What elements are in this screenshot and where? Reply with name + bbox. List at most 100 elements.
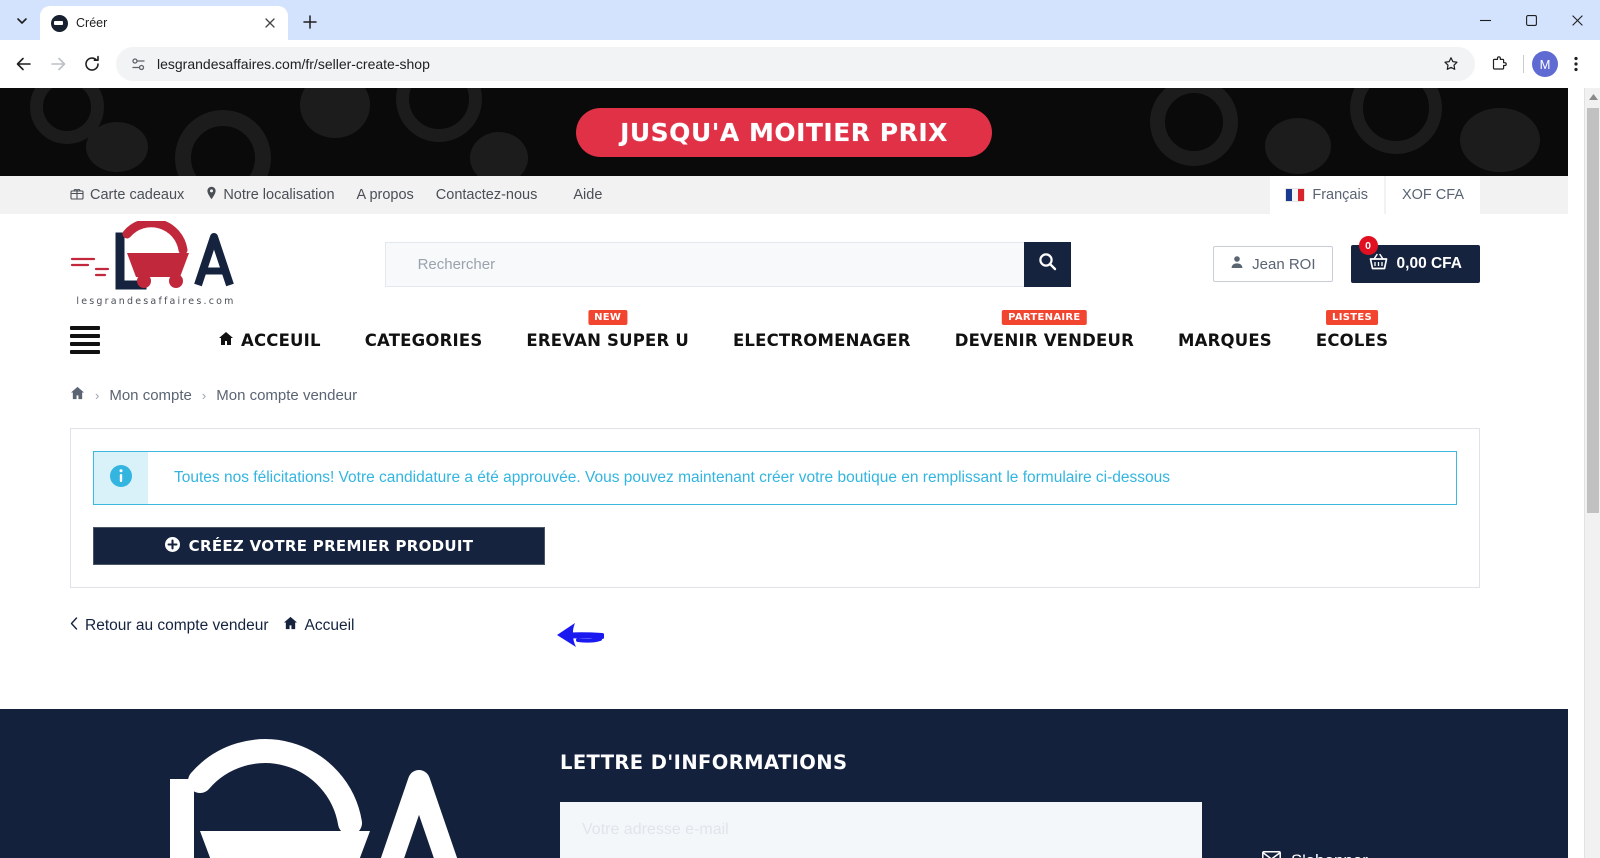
chevron-left-icon — [70, 616, 78, 635]
home-link[interactable]: Accueil — [283, 616, 355, 635]
decor-ring — [396, 88, 482, 142]
window-close-icon[interactable] — [1554, 0, 1600, 40]
forward-icon[interactable] — [42, 48, 74, 80]
breadcrumb-home[interactable] — [70, 386, 85, 404]
seller-create-shop-card: Toutes nos félicitations! Votre candidat… — [70, 428, 1480, 588]
utility-link-gift-card[interactable]: Carte cadeaux — [70, 186, 184, 204]
site-header: lesgrandesaffaires.com Rechercher Jean R… — [0, 214, 1568, 314]
language-label: Français — [1312, 187, 1368, 203]
nav-item-label: ACCEUIL — [241, 330, 321, 350]
subscribe-button[interactable]: S'abonner — [1262, 813, 1368, 858]
currency-switcher[interactable]: XOF CFA — [1385, 176, 1480, 214]
tune-icon[interactable] — [130, 56, 147, 73]
breadcrumb-item-mon-compte-vendeur[interactable]: Mon compte vendeur — [216, 387, 357, 404]
browser-tab[interactable]: Créer — [40, 6, 288, 40]
home-icon — [283, 616, 298, 635]
utility-link-label: Carte cadeaux — [90, 187, 185, 203]
page-scrollbar[interactable] — [1584, 88, 1600, 858]
site-logo[interactable]: lesgrandesaffaires.com — [70, 218, 242, 307]
home-link-label: Accueil — [304, 616, 355, 634]
tab-title: Créer — [76, 16, 108, 30]
newsletter-email-input[interactable]: Votre adresse e-mail — [560, 802, 1202, 858]
footer-logo — [170, 739, 458, 858]
decor-blob — [300, 88, 370, 138]
decor-ring — [1350, 88, 1442, 154]
utility-link-location[interactable]: Notre localisation — [206, 186, 335, 204]
address-bar[interactable]: lesgrandesaffaires.com/fr/seller-create-… — [116, 47, 1475, 81]
nav-item-acceuil[interactable]: ACCEUIL — [218, 331, 321, 350]
search-box[interactable]: Rechercher — [384, 241, 1071, 287]
gift-icon — [70, 186, 84, 204]
info-alert: Toutes nos félicitations! Votre candidat… — [93, 451, 1457, 505]
account-button[interactable]: Jean ROI — [1213, 246, 1333, 282]
puzzle-icon[interactable] — [1483, 48, 1515, 80]
cart-amount: 0,00 CFA — [1396, 255, 1462, 272]
hamburger-icon[interactable] — [70, 326, 100, 354]
breadcrumb-separator: › — [201, 387, 207, 403]
nav-item-marques[interactable]: MARQUES — [1178, 331, 1272, 350]
create-first-product-label: CRÉEZ VOTRE PREMIER PRODUIT — [188, 537, 474, 555]
search-area: Rechercher — [242, 241, 1213, 287]
alert-message: Toutes nos félicitations! Votre candidat… — [174, 469, 1171, 486]
decor-blob — [86, 122, 148, 172]
search-button[interactable] — [1023, 241, 1071, 287]
utility-bar: Carte cadeaux Notre localisation A propo… — [0, 176, 1568, 214]
cart-count-badge: 0 — [1358, 236, 1378, 255]
maximize-icon[interactable] — [1508, 0, 1554, 40]
create-first-product-button[interactable]: CRÉEZ VOTRE PREMIER PRODUIT — [93, 527, 545, 565]
tab-strip: Créer — [0, 0, 1600, 40]
cart-button[interactable]: 0 0,00 CFA — [1350, 236, 1480, 283]
newsletter-section: LETTRE D'INFORMATIONS Votre adresse e-ma… — [560, 751, 1202, 858]
currency-label: XOF CFA — [1401, 187, 1464, 203]
breadcrumb-separator: › — [95, 387, 100, 403]
toolbar-divider — [1523, 55, 1524, 73]
page-viewport: JUSQU'A MOITIER PRIX Carte cadeaux Notre… — [0, 88, 1600, 858]
nav-item-electromenager[interactable]: ELECTROMENAGER — [733, 331, 911, 350]
promo-banner[interactable]: JUSQU'A MOITIER PRIX — [0, 88, 1568, 176]
minimize-icon[interactable] — [1462, 0, 1508, 40]
window-controls — [1462, 0, 1600, 40]
site-footer: LETTRE D'INFORMATIONS Votre adresse e-ma… — [0, 709, 1568, 858]
basket-icon — [1369, 253, 1388, 276]
star-icon[interactable] — [1435, 48, 1467, 80]
language-switcher[interactable]: Français — [1270, 176, 1384, 214]
utility-link-help[interactable]: Aide — [573, 187, 602, 203]
user-icon — [1230, 255, 1244, 273]
decor-ring — [1150, 88, 1238, 166]
decor-blob — [1460, 108, 1540, 172]
nav-item-devenir-vendeur[interactable]: PARTENAIRE DEVENIR VENDEUR — [955, 309, 1134, 350]
new-tab-button[interactable] — [296, 8, 324, 36]
utility-link-label: Notre localisation — [223, 187, 335, 203]
nav-item-categories[interactable]: CATEGORIES — [365, 331, 483, 350]
reload-icon[interactable] — [76, 48, 108, 80]
utility-link-contact[interactable]: Contactez-nous — [436, 187, 538, 203]
url-text: lesgrandesaffaires.com/fr/seller-create-… — [157, 56, 430, 72]
nav-item-ecoles[interactable]: LISTES ECOLES — [1316, 309, 1388, 350]
utility-link-about[interactable]: A propos — [357, 187, 414, 203]
subscribe-label: S'abonner — [1291, 851, 1368, 858]
nav-item-label: EREVAN SUPER U — [526, 330, 689, 350]
browser-chrome: Créer lesgrandesaffaires.com/fr/seller-c… — [0, 0, 1600, 88]
scroll-up-icon[interactable] — [1585, 88, 1600, 106]
browser-toolbar: lesgrandesaffaires.com/fr/seller-create-… — [0, 40, 1600, 88]
avatar[interactable]: M — [1532, 51, 1558, 77]
breadcrumb-item-mon-compte[interactable]: Mon compte — [109, 387, 192, 404]
logo-tagline: lesgrandesaffaires.com — [76, 296, 236, 307]
back-icon[interactable] — [8, 48, 40, 80]
locale-switchers: Français XOF CFA — [1268, 176, 1568, 214]
decor-ring — [175, 110, 271, 176]
nav-badge-partenaire: PARTENAIRE — [1002, 309, 1087, 325]
kebab-menu-icon[interactable] — [1560, 48, 1592, 80]
nav-item-label: ELECTROMENAGER — [732, 330, 911, 350]
promo-text: JUSQU'A MOITIER PRIX — [576, 107, 992, 157]
header-actions: Jean ROI 0 0,00 CFA — [1213, 236, 1480, 283]
nav-item-erevan-super-u[interactable]: NEW EREVAN SUPER U — [526, 309, 689, 350]
search-input[interactable]: Rechercher — [384, 241, 1024, 287]
nav-badge-new: NEW — [588, 309, 628, 325]
back-to-seller-account-link[interactable]: Retour au compte vendeur — [70, 617, 269, 635]
scrollbar-thumb[interactable] — [1587, 108, 1599, 513]
close-icon[interactable] — [260, 13, 280, 33]
envelope-icon — [1262, 851, 1281, 858]
nav-item-label: CATEGORIES — [364, 330, 483, 350]
tab-search-icon[interactable] — [8, 7, 36, 35]
